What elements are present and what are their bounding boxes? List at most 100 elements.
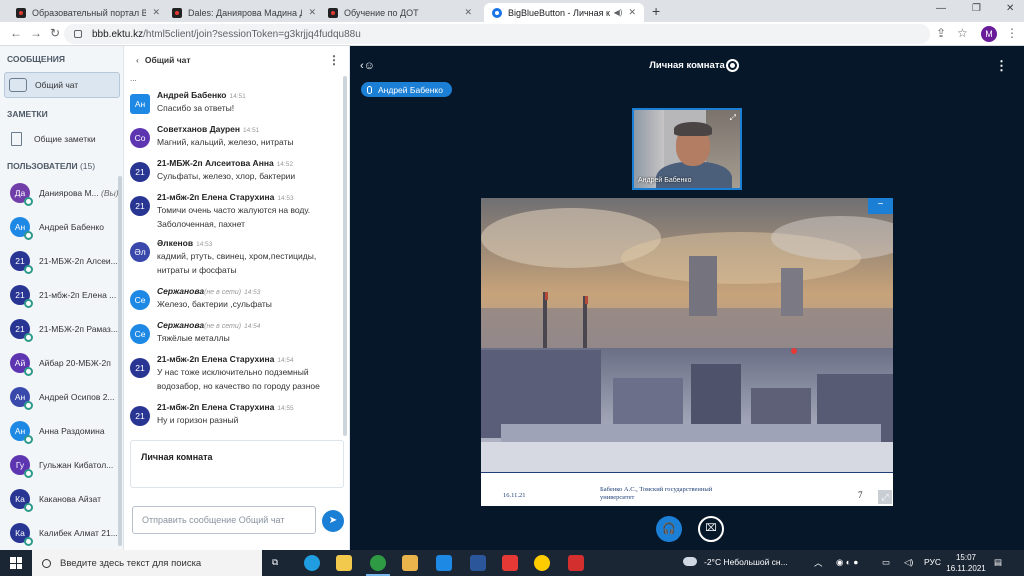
new-tab-icon[interactable]: + (652, 3, 660, 19)
chat-sender: Сержанова(не в сети) 14:54 (157, 320, 342, 330)
user-list-item[interactable]: Ай Айбар 20-МБЖ-2п (0, 348, 118, 378)
microphone-icon (24, 435, 33, 444)
chat-sender: Әлкенов 14:53 (157, 238, 342, 248)
window-close-icon[interactable]: ✕ (1006, 3, 1014, 14)
user-list-item[interactable]: Ан Анна Раздомина (0, 416, 118, 446)
lock-icon[interactable] (74, 30, 82, 38)
chevron-left-icon[interactable]: ‹ (136, 55, 139, 65)
chat-timestamp: 14:52 (276, 161, 293, 168)
tray-app-icons[interactable]: ◉ ◐ ● (836, 557, 858, 568)
folder-icon[interactable] (402, 555, 418, 571)
chat-sender-name: Сержанова (157, 286, 205, 296)
options-menu-icon[interactable]: ⋮ (995, 58, 1008, 74)
user-avatar: 21 (10, 251, 33, 274)
chat-message-input[interactable]: Отправить сообщение Общий чат (132, 506, 316, 534)
browser-toolbar: ← → ↻ bbb.ektu.kz /html5client/join?sess… (0, 22, 1024, 46)
weather-text[interactable]: -2°C Небольшой сн... (704, 557, 788, 567)
chat-sender-name: 21-мбж-2п Елена Старухина (157, 192, 275, 202)
tab-title: Обучение по ДОТ (344, 7, 419, 18)
meeting-title: Личная комната (649, 60, 725, 71)
user-list-item[interactable]: Ка Каканова Айзат (0, 484, 118, 514)
user-list-item[interactable]: Да Даниярова М... (Вы) (0, 178, 118, 208)
reload-icon[interactable]: ↻ (50, 26, 60, 40)
user-list-panel: СООБЩЕНИЯ Общий чат ЗАМЕТКИ Общие заметк… (0, 46, 124, 550)
user-list-scrollbar[interactable] (118, 176, 122, 546)
chat-timestamp: 14:54 (277, 357, 294, 364)
send-message-button[interactable]: ➤ (322, 510, 344, 532)
user-list-item[interactable]: 21 21-МБЖ-2п Рамаз... (0, 314, 118, 344)
slide-date: 16.11.21 (503, 492, 526, 499)
user-name: Андрей Осипов 2... (39, 392, 118, 402)
shared-notes-button[interactable]: Общие заметки (4, 126, 120, 152)
close-icon[interactable]: ✕ (308, 7, 316, 18)
system-clock[interactable]: 15:07 16.11.2021 (946, 552, 986, 574)
public-chat-button[interactable]: Общий чат (4, 72, 120, 98)
fullscreen-icon[interactable]: ⤢ (730, 113, 736, 123)
user-avatar: 21 (10, 285, 33, 308)
star-icon[interactable]: ☆ (957, 26, 968, 40)
close-icon[interactable]: ✕ (464, 7, 472, 18)
chat-scrollbar[interactable] (343, 76, 347, 436)
browser-tab-active[interactable]: BigBlueButton - Личная ком ◀) ✕ (484, 3, 644, 22)
chat-timestamp: 14:53 (196, 241, 213, 248)
user-list-item[interactable]: Гу Гульжан Кибатол... (0, 450, 118, 480)
chrome-icon[interactable] (366, 555, 390, 576)
weather-cloud-icon[interactable] (683, 557, 697, 566)
chat-timestamp: 14:53 (244, 289, 261, 296)
forward-arrow-icon[interactable]: → (30, 26, 42, 40)
mail-icon[interactable] (436, 555, 452, 571)
chat-message-body: Сержанова(не в сети) 14:54 Тяжёлые металлы (157, 320, 342, 346)
user-list-item[interactable]: Ка Калибек Алмат 21... (0, 518, 118, 548)
yandex-icon[interactable] (502, 555, 518, 571)
user-list-item[interactable]: Ан Андрей Бабенко (0, 212, 118, 242)
headphones-audio-button[interactable]: 🎧 (656, 516, 682, 542)
edge-icon[interactable] (304, 555, 320, 571)
close-icon[interactable]: ✕ (628, 7, 636, 18)
talking-indicator: Андрей Бабенко (361, 82, 452, 97)
camera-off-button[interactable]: ⌧ (698, 516, 724, 542)
taskbar-search[interactable]: Введите здесь текст для поиска (32, 550, 262, 576)
user-name: 21-МБЖ-2п Алсеи... (39, 256, 118, 266)
presentation-stage: ‹☺ Личная комната ⋮ Андрей Бабенко ⤢ Анд… (350, 46, 1024, 550)
office-icon[interactable] (568, 555, 584, 571)
tray-chevron-icon[interactable]: ︿ (814, 557, 823, 569)
user-list-item[interactable]: 21 21-МБЖ-2п Алсеи... (0, 246, 118, 276)
task-view-icon[interactable]: ⧉ (272, 557, 278, 568)
browser-tab[interactable]: Обучение по ДОТ ✕ (320, 3, 480, 22)
user-list-item[interactable]: Ан Андрей Осипов 2... (0, 382, 118, 412)
volume-icon[interactable]: ◁) (904, 557, 913, 568)
minimize-presentation-button[interactable]: − (868, 198, 893, 214)
fullscreen-slide-icon[interactable]: ⤢ (878, 490, 892, 504)
notification-icon[interactable]: ▤ (994, 557, 1002, 568)
minimize-icon[interactable]: — (936, 3, 946, 14)
record-icon[interactable] (726, 59, 739, 72)
file-explorer-icon[interactable] (336, 555, 352, 571)
microphone-icon (24, 333, 33, 342)
webcam-video[interactable]: ⤢ Андрей Бабенко (632, 108, 742, 190)
windows-start-icon[interactable] (10, 557, 22, 569)
browser-menu-icon[interactable]: ⋮ (1006, 26, 1018, 40)
search-placeholder: Введите здесь текст для поиска (60, 557, 202, 569)
speaker-icon[interactable]: ◀) (614, 8, 623, 17)
chat-text: У нас тоже исключительно подземный водоз… (157, 367, 320, 391)
share-icon[interactable]: ⇪ (936, 26, 946, 40)
network-icon[interactable]: ▭ (882, 557, 890, 568)
yandex-browser-icon[interactable] (534, 555, 550, 571)
close-icon[interactable]: ✕ (152, 7, 160, 18)
user-avatar: 21 (10, 319, 33, 342)
chat-sender: 21-мбж-2п Елена Старухина 14:54 (157, 354, 342, 364)
user-list-item[interactable]: 21 21-мбж-2п Елена ... (0, 280, 118, 310)
profile-avatar[interactable]: M (981, 26, 997, 42)
maximize-icon[interactable]: ❐ (972, 3, 981, 14)
back-arrow-icon[interactable]: ← (10, 26, 22, 40)
chat-sender-name: 21-МБЖ-2п Алсеитова Анна (157, 158, 274, 168)
user-avatar: Да (10, 183, 33, 206)
language-indicator[interactable]: РУС (924, 557, 941, 567)
chat-options-icon[interactable]: ⋮ (328, 53, 340, 67)
word-icon[interactable] (470, 555, 486, 571)
user-name-text: Анна Раздомина (39, 426, 105, 436)
address-bar[interactable]: bbb.ektu.kz /html5client/join?sessionTok… (64, 24, 930, 44)
chat-timestamp: 14:51 (229, 93, 246, 100)
browser-tab[interactable]: Dales: Даниярова Мадина Дани ✕ (164, 3, 324, 22)
browser-tab[interactable]: Образовательный портал ВКГТ ✕ (8, 3, 168, 22)
